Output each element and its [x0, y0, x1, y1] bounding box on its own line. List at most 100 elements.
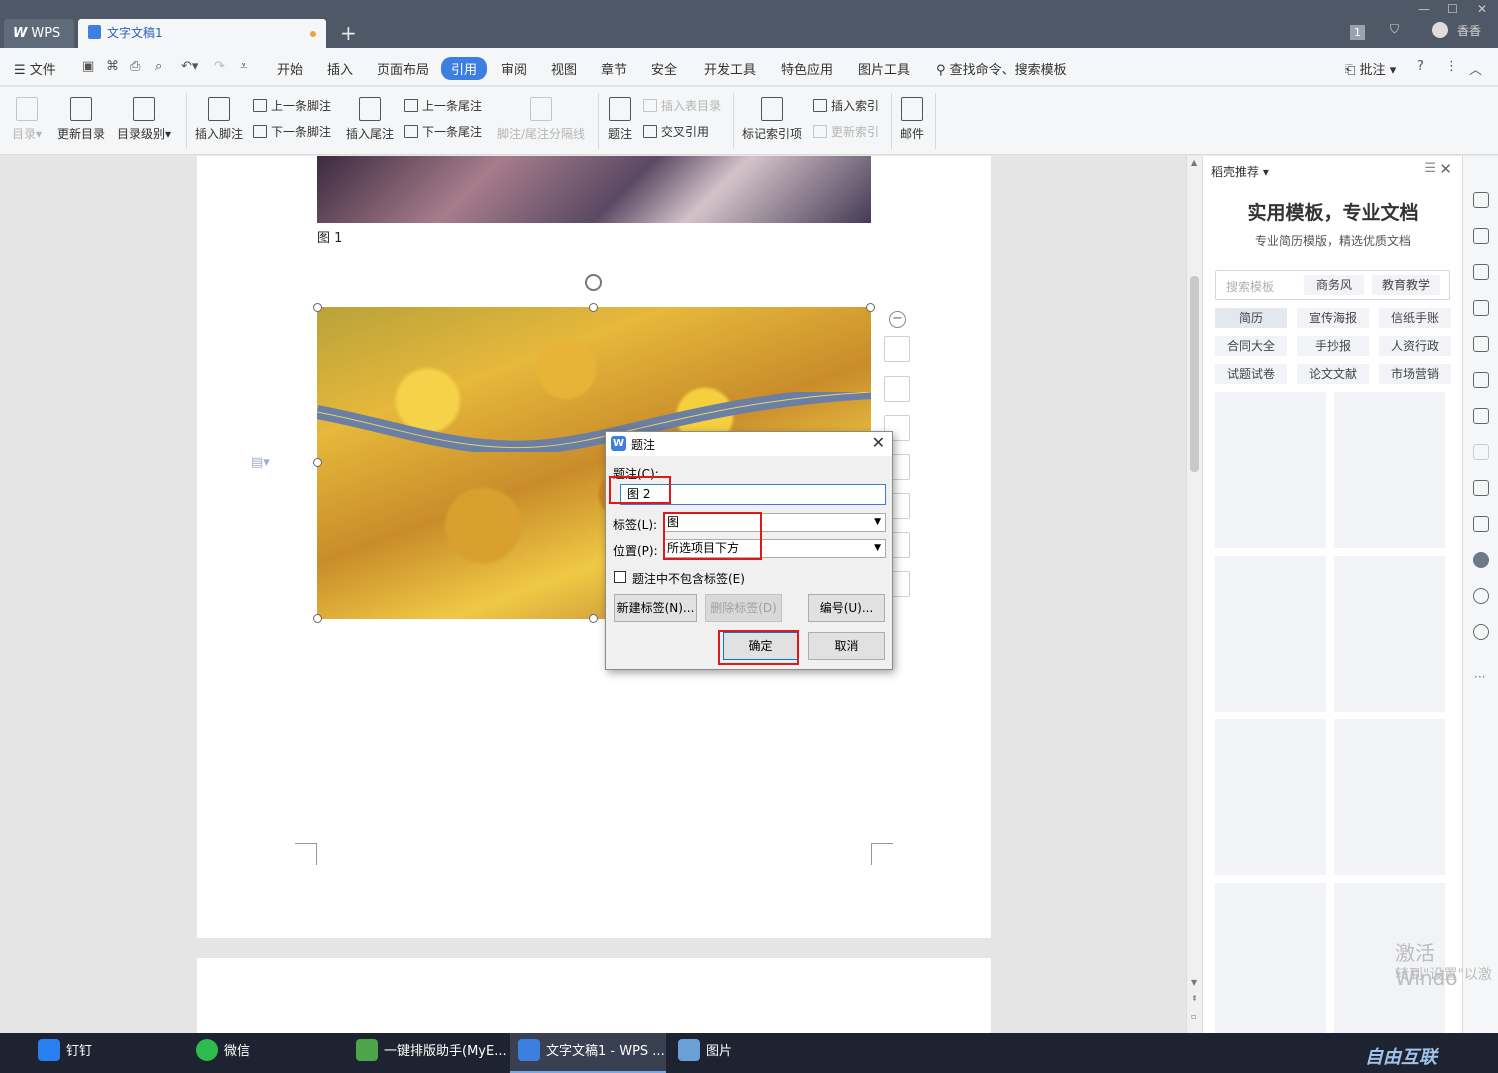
dialog-title-bar[interactable]: W 题注 ✕	[606, 432, 892, 456]
tab-view[interactable]: 视图	[551, 59, 577, 78]
new-tab-button[interactable]: +	[340, 21, 357, 45]
category-poster[interactable]: 宣传海报	[1297, 308, 1369, 328]
category-contract[interactable]: 合同大全	[1215, 336, 1287, 356]
taskbar-item-wechat[interactable]: 微信	[188, 1033, 343, 1073]
resize-handle[interactable]	[313, 614, 322, 623]
template-thumbnail[interactable]	[1334, 719, 1445, 875]
redo-icon[interactable]: ↷	[214, 59, 225, 74]
next-endnote-button[interactable]: 下一条尾注	[404, 123, 482, 140]
file-menu[interactable]: ☰ 文件	[14, 59, 56, 78]
template-thumbnail[interactable]	[1215, 392, 1326, 548]
template-search-input[interactable]: 搜索模板 商务风 教育教学	[1215, 270, 1450, 300]
archive-icon[interactable]	[1473, 480, 1489, 496]
collapse-toolbar-icon[interactable]: −	[889, 311, 906, 328]
resize-handle[interactable]	[866, 303, 875, 312]
cancel-button[interactable]: 取消	[808, 632, 885, 660]
cross-reference-button[interactable]: 交叉引用	[643, 123, 709, 140]
figure-caption[interactable]: 图 1	[317, 227, 342, 246]
vertical-scrollbar[interactable]: ▲ ▼ ⇞ ▫	[1186, 156, 1202, 1033]
search-tag[interactable]: 商务风	[1304, 275, 1364, 295]
category-letter[interactable]: 信纸手账	[1379, 308, 1451, 328]
category-thesis[interactable]: 论文文献	[1297, 364, 1369, 384]
insert-table-toc-button[interactable]: 插入表目录	[643, 97, 721, 114]
tab-developer[interactable]: 开发工具	[704, 59, 756, 78]
template-thumbnail[interactable]	[1334, 556, 1445, 712]
help-icon[interactable]: ?	[1417, 59, 1424, 74]
tab-picture-tools[interactable]: 图片工具	[858, 59, 910, 78]
category-marketing[interactable]: 市场营销	[1379, 364, 1451, 384]
template-thumbnail[interactable]	[1215, 883, 1326, 1039]
footnote-separator-button[interactable]: 脚注/尾注分隔线	[497, 97, 585, 142]
category-resume[interactable]: 简历	[1215, 308, 1287, 328]
tab-chapter[interactable]: 章节	[601, 59, 627, 78]
caption-button[interactable]: 题注	[608, 97, 632, 142]
pane-menu-icon[interactable]: ☰	[1424, 161, 1436, 176]
wps-home-tab[interactable]: W WPS	[4, 19, 74, 48]
resize-handle[interactable]	[313, 458, 322, 467]
template-thumbnail[interactable]	[1334, 392, 1445, 548]
taskbar-item-dingtalk[interactable]: 钉钉	[30, 1033, 180, 1073]
pen-icon[interactable]	[1473, 192, 1489, 208]
tab-security[interactable]: 安全	[651, 59, 677, 78]
paragraph-handle-icon[interactable]: ▤▾	[251, 455, 270, 470]
delete-label-button[interactable]: 删除标签(D)	[705, 594, 782, 622]
collapse-ribbon-icon[interactable]: ︿	[1469, 59, 1482, 78]
minimize-icon[interactable]: —	[1418, 2, 1430, 16]
table-icon[interactable]	[1473, 336, 1489, 352]
next-footnote-button[interactable]: 下一条脚注	[253, 123, 331, 140]
tab-insert[interactable]: 插入	[327, 59, 353, 78]
image-icon[interactable]	[1473, 516, 1489, 532]
print-preview-icon[interactable]: ⌕	[155, 59, 162, 74]
taskbar-item-layout-helper[interactable]: 一键排版助手(MyE...	[348, 1033, 507, 1073]
avatar[interactable]	[1432, 22, 1448, 38]
save-icon[interactable]: ▣	[82, 59, 94, 74]
scrollbar-thumb[interactable]	[1190, 276, 1199, 472]
more-icon[interactable]: ⋮	[1445, 59, 1458, 74]
category-hr[interactable]: 人资行政	[1379, 336, 1451, 356]
close-icon[interactable]: ✕	[872, 433, 885, 452]
command-search[interactable]: ⚲ 查找命令、搜索模板	[936, 59, 1067, 78]
tab-review[interactable]: 审阅	[501, 59, 527, 78]
rotate-handle-icon[interactable]	[585, 274, 602, 291]
toc-button[interactable]: 目录▾	[12, 97, 42, 142]
update-toc-button[interactable]: 更新目录	[57, 97, 105, 142]
insert-footnote-button[interactable]: 插入脚注	[195, 97, 243, 142]
prev-page-icon[interactable]: ⇞	[1191, 994, 1198, 1003]
resize-handle[interactable]	[313, 303, 322, 312]
format-painter-icon[interactable]: ⌘	[106, 59, 119, 74]
insert-endnote-button[interactable]: 插入尾注	[346, 97, 394, 142]
style-icon[interactable]	[1473, 300, 1489, 316]
tab-special-apps[interactable]: 特色应用	[781, 59, 833, 78]
tab-references[interactable]: 引用	[441, 57, 488, 80]
user-name[interactable]: 香香	[1457, 22, 1481, 39]
maximize-icon[interactable]: ☐	[1447, 2, 1458, 16]
template-thumbnail[interactable]	[1215, 556, 1326, 712]
update-index-button[interactable]: 更新索引	[813, 123, 879, 140]
numbering-button[interactable]: 编号(U)...	[808, 594, 885, 622]
category-exam[interactable]: 试题试卷	[1215, 364, 1287, 384]
undo-icon[interactable]: ↶▾	[181, 59, 198, 74]
page-count-badge[interactable]: 1	[1350, 25, 1365, 40]
doc-search-icon[interactable]	[1473, 408, 1489, 424]
toc-level-button[interactable]: 目录级别▾	[117, 97, 171, 142]
document-tab[interactable]: 文字文稿1	[78, 19, 326, 48]
taskbar-item-wps[interactable]: 文字文稿1 - WPS ...	[510, 1033, 666, 1073]
insert-index-button[interactable]: 插入索引	[813, 97, 879, 114]
close-window-icon[interactable]: ✕	[1477, 2, 1487, 16]
document-page[interactable]	[197, 958, 991, 1033]
shapes-icon[interactable]	[1473, 264, 1489, 280]
quick-access-more-icon[interactable]: ⩡	[240, 59, 247, 74]
resize-handle[interactable]	[589, 614, 598, 623]
layout-options-icon[interactable]	[884, 336, 910, 362]
scroll-up-icon[interactable]: ▲	[1191, 158, 1197, 167]
comment-menu[interactable]: ⎗ 批注 ▾	[1345, 59, 1396, 78]
document-area[interactable]: 图 1 − ▤▾	[0, 156, 1186, 1033]
taskbar-item-photos[interactable]: 图片	[670, 1033, 824, 1073]
share-icon[interactable]	[1473, 444, 1489, 460]
prev-endnote-button[interactable]: 上一条尾注	[404, 97, 482, 114]
help-circle-icon[interactable]	[1473, 624, 1489, 640]
scroll-down-icon[interactable]: ▼	[1191, 978, 1197, 987]
next-page-icon[interactable]: ▫	[1191, 1012, 1196, 1021]
pane-header[interactable]: 稻壳推荐 ▾	[1211, 163, 1269, 180]
print-icon[interactable]: ⎙	[130, 59, 140, 74]
